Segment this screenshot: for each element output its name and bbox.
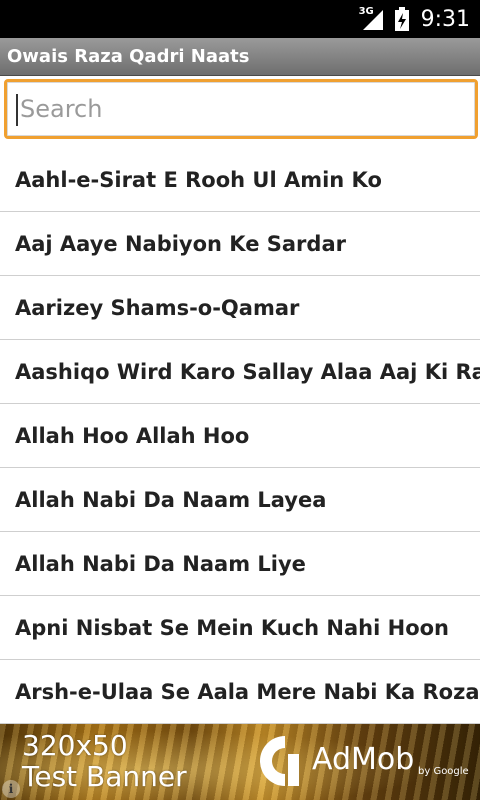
list-item[interactable]: Arsh-e-Ulaa Se Aala Mere Nabi Ka Roza	[0, 660, 480, 724]
list-item[interactable]: Aaj Aaye Nabiyon Ke Sardar	[0, 212, 480, 276]
ad-by-google: by Google	[418, 766, 469, 777]
ad-test-label: Test Banner	[22, 760, 187, 793]
search-input[interactable]	[4, 79, 478, 139]
network-type-label: 3G	[358, 6, 374, 17]
clock: 9:31	[420, 6, 470, 32]
ad-brand: AdMob	[312, 742, 415, 777]
info-icon[interactable]: i	[2, 780, 20, 798]
signal-icon: 3G	[359, 6, 385, 32]
ad-test-text: 320x50 Test Banner	[22, 730, 187, 792]
list-item[interactable]: Allah Hoo Allah Hoo	[0, 404, 480, 468]
battery-charging-icon	[394, 7, 409, 31]
list-item[interactable]: Allah Nabi Da Naam Layea	[0, 468, 480, 532]
list-item[interactable]: Aarizey Shams-o-Qamar	[0, 276, 480, 340]
search-container	[0, 76, 480, 144]
list-item[interactable]: Allah Nabi Da Naam Liye	[0, 532, 480, 596]
list-item[interactable]: Aahl-e-Sirat E Rooh Ul Amin Ko	[0, 148, 480, 212]
text-cursor	[16, 94, 18, 126]
app-title-bar: Owais Raza Qadri Naats	[0, 38, 480, 76]
list-item[interactable]: Aashiqo Wird Karo Sallay Alaa Aaj Ki Raa…	[0, 340, 480, 404]
status-bar: 3G 9:31	[0, 0, 480, 38]
list-item[interactable]: Apni Nisbat Se Mein Kuch Nahi Hoon	[0, 596, 480, 660]
admob-logo-icon	[259, 736, 299, 786]
naat-list: Aahl-e-Sirat E Rooh Ul Amin Ko Aaj Aaye …	[0, 148, 480, 724]
app-title: Owais Raza Qadri Naats	[7, 46, 250, 67]
ad-banner[interactable]: 320x50 Test Banner AdMob by Google i	[0, 724, 480, 800]
ad-size-label: 320x50	[22, 729, 128, 762]
